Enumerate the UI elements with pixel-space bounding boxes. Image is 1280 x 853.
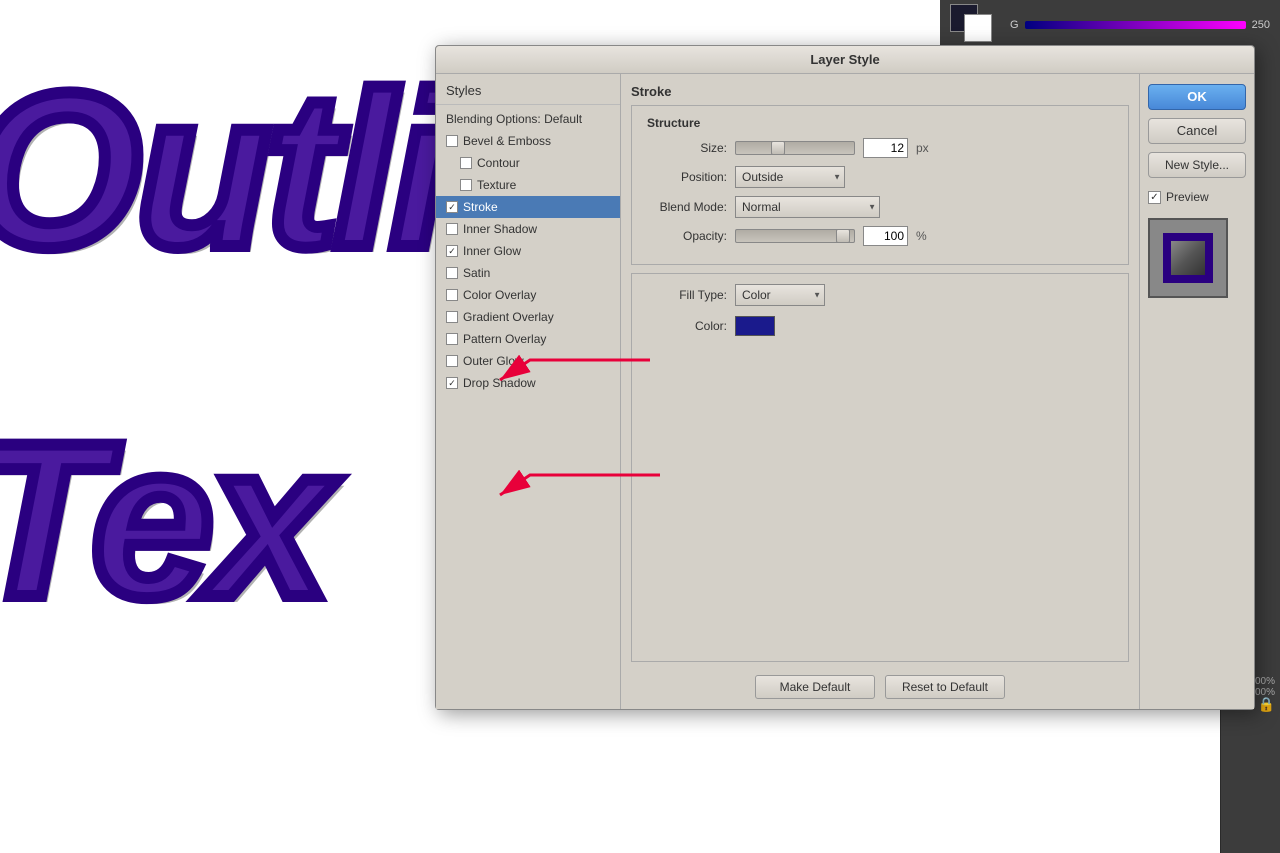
position-select-wrapper[interactable]: Outside Inside Center <box>735 166 845 188</box>
main-content-area: Stroke Structure Size: px Position: <box>621 74 1139 709</box>
drop-shadow-label: Drop Shadow <box>463 376 536 390</box>
ok-button[interactable]: OK <box>1148 84 1246 110</box>
blend-mode-row: Blend Mode: Normal Dissolve Multiply Scr… <box>647 196 1113 218</box>
size-slider-thumb[interactable] <box>771 141 785 155</box>
size-row: Size: px <box>647 138 1113 158</box>
style-item-texture[interactable]: Texture <box>436 174 620 196</box>
color-swatch[interactable] <box>735 316 775 336</box>
position-label: Position: <box>647 170 727 184</box>
stroke-label: Stroke <box>463 200 498 214</box>
g-channel-value: 250 <box>1252 19 1270 31</box>
structure-box: Structure Size: px Position: Outside <box>631 105 1129 265</box>
style-item-outer-glow[interactable]: Outer Glow <box>436 350 620 372</box>
preview-row: Preview <box>1148 190 1246 204</box>
size-input[interactable] <box>863 138 908 158</box>
fill-type-label: Fill Type: <box>647 288 727 302</box>
pattern-overlay-label: Pattern Overlay <box>463 332 546 346</box>
pattern-overlay-checkbox[interactable] <box>446 333 458 345</box>
structure-title: Structure <box>647 116 1113 130</box>
fill-type-select-wrapper[interactable]: Color Gradient Pattern <box>735 284 825 306</box>
size-slider[interactable] <box>735 141 855 155</box>
dialog-title: Layer Style <box>810 52 879 67</box>
position-select[interactable]: Outside Inside Center <box>735 166 845 188</box>
satin-label: Satin <box>463 266 490 280</box>
gradient-overlay-checkbox[interactable] <box>446 311 458 323</box>
make-default-button[interactable]: Make Default <box>755 675 875 699</box>
drop-shadow-checkbox[interactable] <box>446 377 458 389</box>
style-item-contour[interactable]: Contour <box>436 152 620 174</box>
size-label: Size: <box>647 141 727 155</box>
gradient-overlay-label: Gradient Overlay <box>463 310 554 324</box>
inner-glow-checkbox[interactable] <box>446 245 458 257</box>
blending-label: Blending Options: Default <box>446 112 582 126</box>
blend-mode-select[interactable]: Normal Dissolve Multiply Screen <box>735 196 880 218</box>
style-item-pattern-overlay[interactable]: Pattern Overlay <box>436 328 620 350</box>
opacity-row: Opacity: % <box>647 226 1113 246</box>
texture-label: Texture <box>477 178 516 192</box>
stroke-section-title: Stroke <box>631 84 1129 99</box>
style-item-blending[interactable]: Blending Options: Default <box>436 108 620 130</box>
style-item-satin[interactable]: Satin <box>436 262 620 284</box>
blend-mode-label: Blend Mode: <box>647 200 727 214</box>
style-item-bevel[interactable]: Bevel & Emboss <box>436 130 620 152</box>
position-row: Position: Outside Inside Center <box>647 166 1113 188</box>
opacity-input[interactable] <box>863 226 908 246</box>
texture-checkbox[interactable] <box>460 179 472 191</box>
fill-type-select[interactable]: Color Gradient Pattern <box>735 284 825 306</box>
right-buttons-panel: OK Cancel New Style... Preview <box>1139 74 1254 709</box>
color-label: Color: <box>647 319 727 333</box>
bevel-label: Bevel & Emboss <box>463 134 551 148</box>
style-item-stroke[interactable]: Stroke <box>436 196 620 218</box>
color-row: Color: <box>647 316 1113 336</box>
g-channel-slider[interactable] <box>1025 21 1246 29</box>
preview-inner-square <box>1163 233 1213 283</box>
opacity-slider-thumb[interactable] <box>836 229 850 243</box>
content-footer: Make Default Reset to Default <box>631 670 1129 699</box>
styles-header[interactable]: Styles <box>436 79 620 105</box>
layer-style-dialog: Layer Style Styles Blending Options: Def… <box>435 45 1255 710</box>
background-color-swatch[interactable] <box>964 14 992 42</box>
stroke-checkbox[interactable] <box>446 201 458 213</box>
blend-mode-select-wrapper[interactable]: Normal Dissolve Multiply Screen <box>735 196 880 218</box>
inner-shadow-label: Inner Shadow <box>463 222 537 236</box>
cancel-button[interactable]: Cancel <box>1148 118 1246 144</box>
styles-panel: Styles Blending Options: Default Bevel &… <box>436 74 621 709</box>
preview-checkbox[interactable] <box>1148 191 1161 204</box>
inner-glow-label: Inner Glow <box>463 244 521 258</box>
preview-thumbnail <box>1148 218 1228 298</box>
size-unit: px <box>916 141 929 155</box>
satin-checkbox[interactable] <box>446 267 458 279</box>
new-style-button[interactable]: New Style... <box>1148 152 1246 178</box>
style-item-inner-shadow[interactable]: Inner Shadow <box>436 218 620 240</box>
opacity-slider[interactable] <box>735 229 855 243</box>
style-item-drop-shadow[interactable]: Drop Shadow <box>436 372 620 394</box>
bevel-checkbox[interactable] <box>446 135 458 147</box>
g-channel-label: G <box>1010 19 1019 31</box>
style-item-gradient-overlay[interactable]: Gradient Overlay <box>436 306 620 328</box>
opacity-unit: % <box>916 229 927 243</box>
fill-type-row: Fill Type: Color Gradient Pattern <box>647 284 1113 306</box>
dialog-title-bar[interactable]: Layer Style <box>436 46 1254 74</box>
lock-icon: 🔒 <box>1258 696 1275 713</box>
fill-section: Fill Type: Color Gradient Pattern Color: <box>631 273 1129 662</box>
inner-shadow-checkbox[interactable] <box>446 223 458 235</box>
contour-label: Contour <box>477 156 520 170</box>
opacity-label: Opacity: <box>647 229 727 243</box>
style-item-inner-glow[interactable]: Inner Glow <box>436 240 620 262</box>
preview-label-text: Preview <box>1166 190 1209 204</box>
canvas-text-line1: Outli <box>0 60 446 280</box>
outer-glow-checkbox[interactable] <box>446 355 458 367</box>
canvas-text-line2: Tex <box>0 410 326 630</box>
style-item-color-overlay[interactable]: Color Overlay <box>436 284 620 306</box>
reset-to-default-button[interactable]: Reset to Default <box>885 675 1005 699</box>
top-right-panel: G 250 <box>940 0 1280 50</box>
outer-glow-label: Outer Glow <box>463 354 524 368</box>
color-overlay-label: Color Overlay <box>463 288 536 302</box>
color-overlay-checkbox[interactable] <box>446 289 458 301</box>
contour-checkbox[interactable] <box>460 157 472 169</box>
